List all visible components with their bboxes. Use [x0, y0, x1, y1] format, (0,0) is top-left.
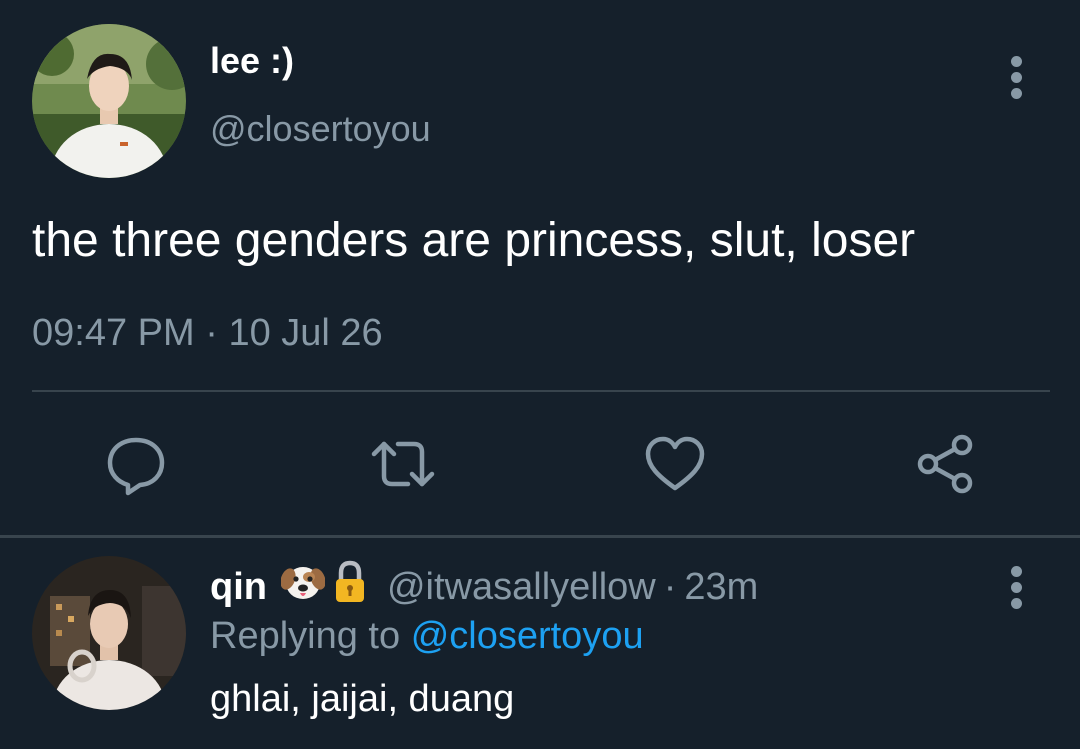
dog-face-icon — [280, 562, 326, 612]
replying-to: Replying to @closertoyou — [210, 615, 644, 658]
reply-more-options-icon[interactable] — [996, 560, 1036, 620]
tweet-text: the three genders are princess, slut, lo… — [32, 214, 916, 267]
tweet-time: 09:47 PM — [32, 312, 195, 354]
tweet-date: 10 Jul 26 — [228, 312, 383, 354]
author-avatar[interactable] — [32, 24, 186, 178]
more-options-icon[interactable] — [996, 50, 1036, 110]
author-name[interactable]: lee :) — [210, 40, 294, 82]
lock-icon — [333, 560, 367, 614]
tweet-timestamp[interactable]: 09:47 PM · 10 Jul 26 — [32, 312, 383, 355]
reply-author-handle[interactable]: @itwasallyellow — [387, 566, 656, 609]
reply-author-avatar[interactable] — [32, 556, 186, 710]
reply-header: qin @itwasallyellow · 23m — [210, 560, 758, 614]
reply-time-ago[interactable]: 23m — [684, 566, 758, 609]
replying-to-prefix: Replying to — [210, 615, 401, 657]
reply-separator: · — [663, 565, 677, 608]
replying-to-handle[interactable]: @closertoyou — [411, 615, 644, 657]
reply-icon[interactable] — [100, 432, 170, 496]
reply-tweet[interactable]: qin @itwasallyellow · 23m Replying to @c… — [0, 538, 1080, 749]
like-icon[interactable] — [640, 432, 710, 496]
divider — [32, 390, 1050, 392]
timestamp-separator: · — [205, 312, 218, 354]
reply-text: ghlai, jaijai, duang — [210, 678, 515, 720]
share-icon[interactable] — [910, 432, 980, 496]
retweet-icon[interactable] — [366, 432, 436, 496]
main-tweet: lee :) @closertoyou the three genders ar… — [0, 0, 1080, 538]
author-handle[interactable]: @closertoyou — [210, 108, 431, 150]
reply-author-name[interactable]: qin — [210, 566, 267, 609]
